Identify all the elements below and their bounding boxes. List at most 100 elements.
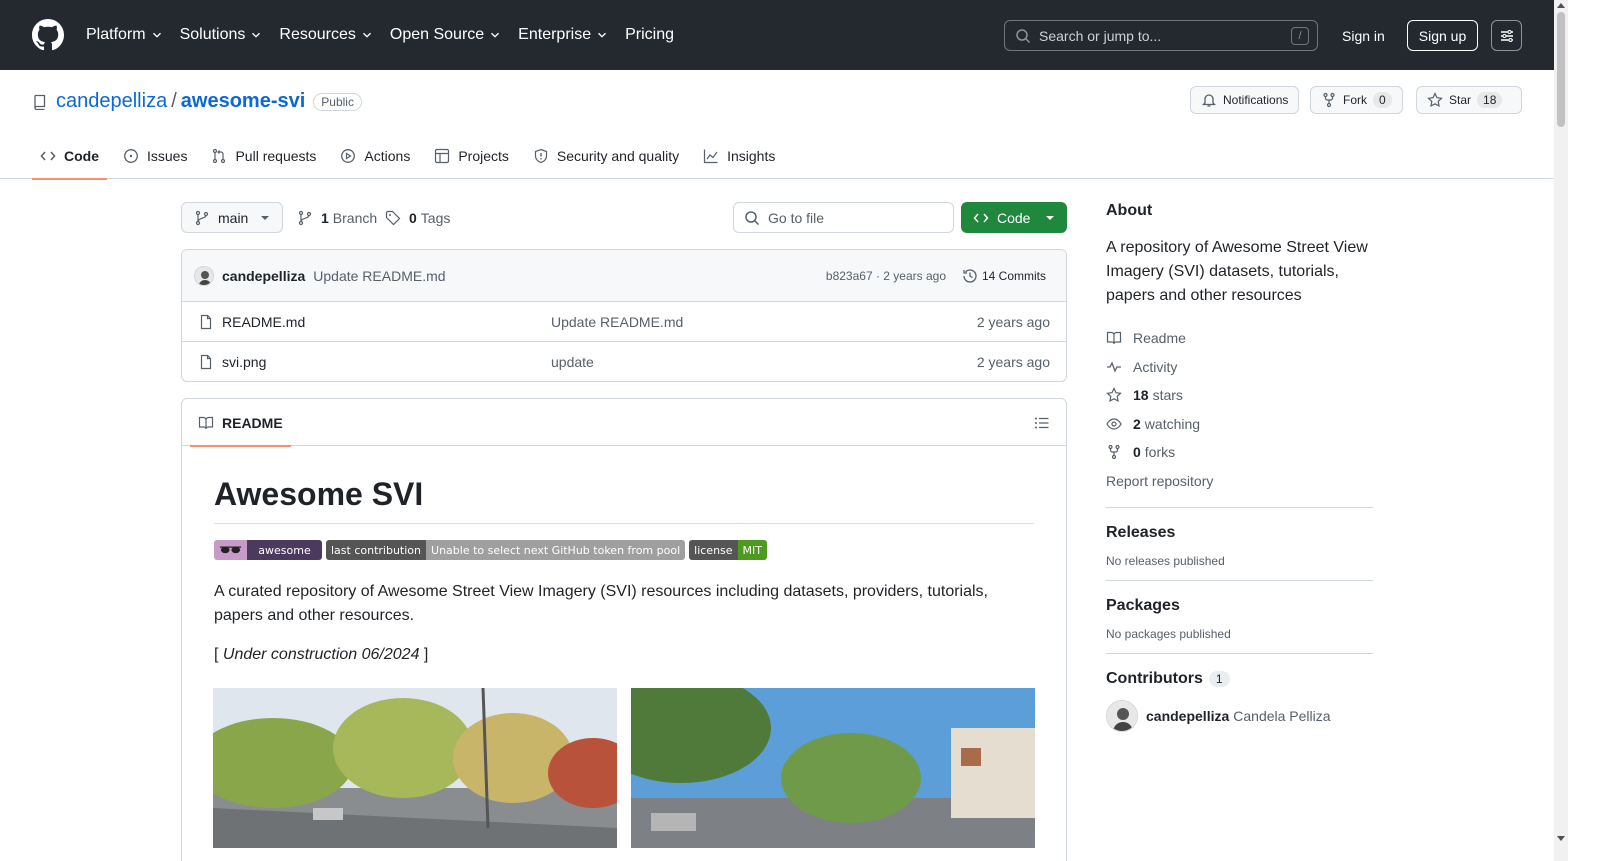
avatar[interactable] xyxy=(194,265,214,286)
repo-separator: / xyxy=(171,90,177,112)
report-repository-link[interactable]: Report repository xyxy=(1106,467,1373,495)
contributors-label: Contributors xyxy=(1106,669,1203,687)
tab-code[interactable]: Code xyxy=(32,132,107,180)
notifications-button[interactable]: Notifications xyxy=(1190,86,1300,114)
star-count: 18 xyxy=(1477,92,1503,108)
tags-link[interactable]: 0 Tags xyxy=(385,202,450,233)
nav-resources[interactable]: Resources xyxy=(279,0,373,70)
fork-icon xyxy=(1108,445,1120,460)
file-commit-message[interactable]: Update README.md xyxy=(551,314,683,330)
avatar[interactable] xyxy=(1106,699,1138,732)
releases-title[interactable]: Releases xyxy=(1106,524,1373,542)
badge-left-label: license xyxy=(689,540,738,560)
repo-name-link[interactable]: awesome-svi xyxy=(181,90,306,113)
table-row[interactable]: svi.png update 2 years ago xyxy=(182,342,1066,381)
readme-panel: README Awesome SVI awesome last contribu… xyxy=(181,398,1067,861)
branch-label: Branch xyxy=(332,209,378,226)
readme-paragraph: A curated repository of Awesome Street V… xyxy=(214,583,988,624)
forks-count: 0 xyxy=(1133,444,1141,461)
commit-message[interactable]: Update README.md xyxy=(313,268,445,284)
scrollbar-thumb[interactable] xyxy=(1557,12,1565,127)
table-icon xyxy=(435,148,450,163)
sign-up-button[interactable]: Sign up xyxy=(1407,20,1478,51)
global-nav: Platform Solutions Resources Open Source… xyxy=(86,0,690,70)
scroll-up-arrow-icon[interactable] xyxy=(1557,3,1565,8)
repo-owner-link[interactable]: candepelliza xyxy=(56,90,167,113)
commit-author[interactable]: candepelliza xyxy=(222,268,305,284)
global-header: Platform Solutions Resources Open Source… xyxy=(0,0,1554,70)
table-row[interactable]: README.md Update README.md 2 years ago xyxy=(182,302,1066,342)
chevron-down-icon xyxy=(491,32,500,38)
contributors-title[interactable]: Contributors 1 xyxy=(1106,670,1373,688)
repo-sidebar: About A repository of Awesome Street Vie… xyxy=(1106,202,1373,732)
repo-title: candepelliza / awesome-svi Public xyxy=(32,90,362,113)
branches-link[interactable]: 1 Branch xyxy=(297,202,377,233)
readme-link[interactable]: Readme xyxy=(1106,324,1373,353)
tab-security[interactable]: Security and quality xyxy=(525,132,687,179)
scroll-down-arrow-icon[interactable] xyxy=(1557,836,1565,841)
nav-platform[interactable]: Platform xyxy=(86,0,164,70)
commit-hash[interactable]: b823a67 · 2 years ago xyxy=(826,269,946,283)
search-input[interactable]: Search or jump to... / xyxy=(1004,20,1318,51)
go-to-file-input[interactable]: Go to file xyxy=(733,202,954,233)
watching-link[interactable]: 2 watching xyxy=(1106,410,1373,439)
stars-label: stars xyxy=(1152,387,1183,404)
menu-button[interactable] xyxy=(1491,20,1522,51)
code-dropdown-button[interactable]: Code xyxy=(961,202,1067,233)
page-scrollbar[interactable] xyxy=(1554,0,1568,861)
contributors-count: 1 xyxy=(1208,670,1230,687)
construction-text: Under construction 06/2024 xyxy=(222,646,420,663)
activity-link[interactable]: Activity xyxy=(1106,353,1373,382)
forks-link[interactable]: 0 forks xyxy=(1106,438,1373,467)
tab-projects[interactable]: Projects xyxy=(426,132,517,179)
nav-solutions[interactable]: Solutions xyxy=(180,0,264,70)
github-logo-icon[interactable] xyxy=(32,19,64,51)
search-placeholder: Search or jump to... xyxy=(1039,27,1162,44)
tab-label: Code xyxy=(64,147,99,164)
stars-link[interactable]: 18 stars xyxy=(1106,381,1373,410)
tab-actions[interactable]: Actions xyxy=(332,132,418,179)
branch-icon xyxy=(298,210,312,225)
readme-tab[interactable]: README xyxy=(190,399,291,447)
nav-open-source[interactable]: Open Source xyxy=(390,0,502,70)
tab-pull-requests[interactable]: Pull requests xyxy=(203,132,324,179)
divider xyxy=(1106,652,1373,654)
branch-select[interactable]: main xyxy=(181,202,283,233)
readme-header: README xyxy=(182,399,1066,447)
badges: awesome last contribution Unable to sele… xyxy=(214,540,1034,560)
awesome-badge[interactable]: awesome xyxy=(214,540,322,560)
commits-link[interactable]: 14 Commits xyxy=(962,268,1046,284)
nav-enterprise[interactable]: Enterprise xyxy=(518,0,609,70)
eye-icon xyxy=(1106,418,1122,430)
tab-insights[interactable]: Insights xyxy=(695,132,783,179)
about-title: About xyxy=(1106,202,1153,219)
go-to-file-placeholder: Go to file xyxy=(768,209,825,226)
code-icon xyxy=(973,213,989,222)
activity-label: Activity xyxy=(1133,358,1178,375)
contributor-login[interactable]: candepelliza xyxy=(1146,708,1229,724)
packages-title[interactable]: Packages xyxy=(1106,597,1373,615)
fork-button[interactable]: Fork 0 xyxy=(1310,86,1403,114)
book-icon xyxy=(1106,332,1122,345)
divider xyxy=(1106,506,1373,508)
last-contribution-badge[interactable]: last contribution Unable to select next … xyxy=(326,540,686,560)
file-commit-message[interactable]: update xyxy=(551,354,594,370)
tab-issues[interactable]: Issues xyxy=(115,132,195,179)
code-icon xyxy=(40,151,56,160)
star-button[interactable]: Star 18 xyxy=(1416,86,1522,114)
caret-down-icon xyxy=(261,215,269,220)
sign-in-link[interactable]: Sign in xyxy=(1330,20,1397,51)
svi-image xyxy=(213,688,1035,848)
contributor-item[interactable]: candepelliza Candela Pelliza xyxy=(1106,699,1373,732)
file-name[interactable]: README.md xyxy=(222,314,305,330)
list-icon[interactable] xyxy=(1034,415,1050,431)
pull-request-icon xyxy=(213,148,226,163)
forks-label: forks xyxy=(1144,444,1176,461)
divider xyxy=(1106,579,1373,581)
license-badge[interactable]: license MIT xyxy=(689,540,768,560)
visibility-badge: Public xyxy=(313,92,362,111)
caret-down-icon xyxy=(1046,215,1054,220)
file-name[interactable]: svi.png xyxy=(222,354,266,370)
book-icon xyxy=(198,416,214,429)
nav-pricing[interactable]: Pricing xyxy=(625,0,674,70)
